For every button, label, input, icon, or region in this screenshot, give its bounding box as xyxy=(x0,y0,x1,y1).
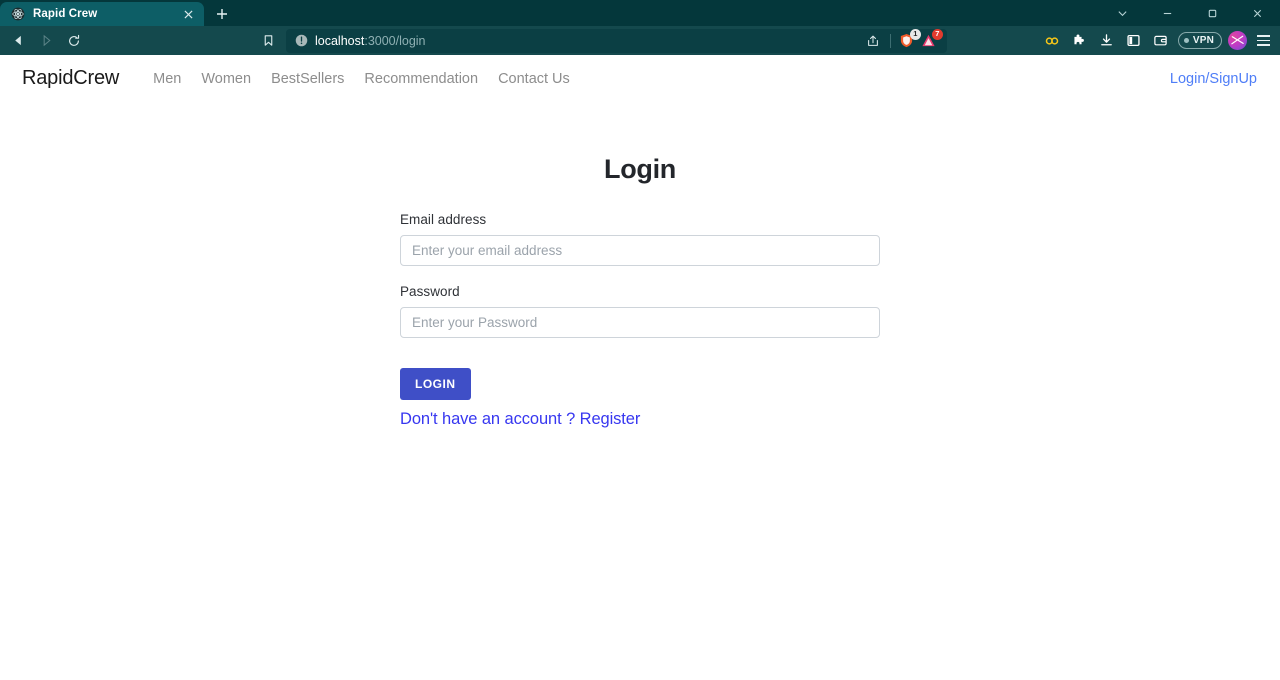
profile-avatar[interactable] xyxy=(1228,31,1247,50)
close-window-button[interactable] xyxy=(1235,0,1280,26)
omnibox-divider xyxy=(889,33,891,48)
navbar-links: Men Women BestSellers Recommendation Con… xyxy=(143,71,580,87)
minimize-button[interactable] xyxy=(1145,0,1190,26)
nav-link-recommendation[interactable]: Recommendation xyxy=(354,71,488,87)
brand-logo[interactable]: RapidCrew xyxy=(22,67,119,90)
login-button[interactable]: LOGIN xyxy=(400,368,471,400)
login-page-content: Login Email address Password LOGIN Don't… xyxy=(0,102,1280,429)
toolbar-right-actions: VPN xyxy=(1039,29,1274,53)
address-bar[interactable]: localhost:3000/login 1 7 xyxy=(286,28,947,53)
address-bar-url: localhost:3000/login xyxy=(315,34,426,48)
brave-shield-icon[interactable]: 1 xyxy=(897,28,921,51)
maximize-button[interactable] xyxy=(1190,0,1235,26)
browser-tab-rapid-crew[interactable]: Rapid Crew xyxy=(0,2,204,26)
back-arrow-icon[interactable] xyxy=(4,29,32,53)
vpn-label: VPN xyxy=(1192,35,1214,46)
omnibox-container: localhost:3000/login 1 7 xyxy=(88,28,1039,53)
reload-icon[interactable] xyxy=(60,29,88,53)
menu-line-3 xyxy=(1256,44,1270,46)
adblock-triangle-icon[interactable]: 7 xyxy=(919,28,943,51)
nav-link-contact-us[interactable]: Contact Us xyxy=(488,71,580,87)
tab-strip: Rapid Crew xyxy=(0,0,1280,26)
email-label: Email address xyxy=(400,212,487,227)
browser-window: Rapid Crew localhost:3000/login 1 7 VPN … xyxy=(0,0,1280,680)
react-atom-icon xyxy=(10,7,25,22)
nav-link-women[interactable]: Women xyxy=(191,71,261,87)
password-field-group: Password xyxy=(400,284,880,338)
site-navbar: RapidCrew Men Women BestSellers Recommen… xyxy=(0,55,1280,102)
tab-search-button[interactable] xyxy=(1100,0,1145,26)
page-viewport: RapidCrew Men Women BestSellers Recommen… xyxy=(0,55,1280,680)
nav-link-men[interactable]: Men xyxy=(143,71,191,87)
bookmark-icon[interactable] xyxy=(256,29,280,53)
password-manager-icon[interactable] xyxy=(1039,29,1066,53)
tab-close-icon[interactable] xyxy=(180,6,196,22)
hamburger-menu-icon[interactable] xyxy=(1252,29,1274,53)
url-host: localhost xyxy=(315,33,365,48)
window-controls xyxy=(1100,0,1280,26)
forward-arrow-icon xyxy=(32,29,60,53)
email-input[interactable] xyxy=(400,235,880,266)
extensions-puzzle-icon[interactable] xyxy=(1066,29,1093,53)
login-form: Email address Password LOGIN Don't have … xyxy=(400,212,880,429)
split-view-icon[interactable] xyxy=(1120,29,1147,53)
url-path: :3000/login xyxy=(364,33,426,48)
menu-line-2 xyxy=(1256,39,1270,42)
wallet-icon[interactable] xyxy=(1147,29,1174,53)
login-signup-link[interactable]: Login/SignUp xyxy=(1170,71,1258,87)
menu-line-1 xyxy=(1256,35,1270,37)
vpn-toggle[interactable]: VPN xyxy=(1177,32,1222,49)
tab-title: Rapid Crew xyxy=(33,8,98,20)
not-secure-info-icon[interactable] xyxy=(294,34,308,48)
downloads-icon[interactable] xyxy=(1093,29,1120,53)
omnibox-actions: 1 7 xyxy=(862,28,943,53)
page-title: Login xyxy=(604,154,676,184)
browser-toolbar: localhost:3000/login 1 7 VPN xyxy=(0,26,1280,55)
share-icon[interactable] xyxy=(862,30,884,52)
register-link[interactable]: Don't have an account ? Register xyxy=(400,410,880,429)
nav-link-bestsellers[interactable]: BestSellers xyxy=(261,71,354,87)
password-input[interactable] xyxy=(400,307,880,338)
new-tab-button[interactable] xyxy=(208,2,236,26)
vpn-status-dot xyxy=(1183,38,1189,43)
password-label: Password xyxy=(400,284,460,299)
adblock-badge-count: 7 xyxy=(931,28,943,40)
email-field-group: Email address xyxy=(400,212,880,266)
